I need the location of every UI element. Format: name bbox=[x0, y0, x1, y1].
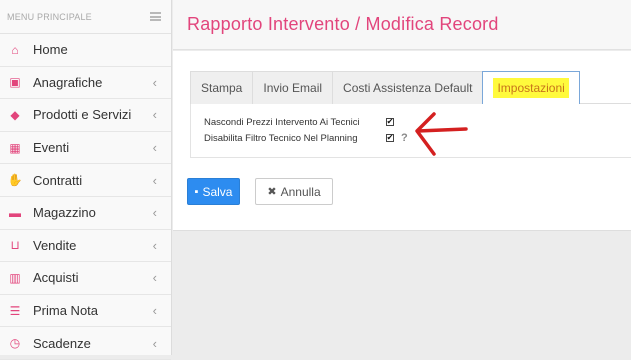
handshake-icon: ✋ bbox=[7, 173, 23, 188]
sidebar-title: MENU PRINCIPALE bbox=[7, 11, 92, 22]
chevron-left-icon: ‹ bbox=[152, 205, 157, 221]
sidebar-item-home[interactable]: ⌂ Home bbox=[0, 34, 171, 67]
sidebar-item-label: Prima Nota bbox=[33, 303, 99, 319]
cancel-button[interactable]: ✖ Annulla bbox=[255, 178, 333, 205]
sidebar-item-anagrafiche[interactable]: ▣ Anagrafiche ‹ bbox=[0, 67, 171, 100]
main-area: Rapporto Intervento / Modifica Record St… bbox=[173, 0, 631, 355]
sidebar-item-prima-nota[interactable]: ☰ Prima Nota ‹ bbox=[0, 295, 171, 328]
hamburger-menu-icon[interactable] bbox=[150, 12, 161, 21]
clock-icon: ◷ bbox=[9, 336, 21, 351]
calendar-check-icon: ▦ bbox=[9, 140, 21, 155]
close-icon: ✖ bbox=[267, 186, 277, 198]
chevron-left-icon: ‹ bbox=[152, 140, 157, 156]
save-button[interactable]: ▪ Salva bbox=[187, 178, 240, 205]
setting-label-disabilita-filtro: Disabilita Filtro Tecnico Nel Planning bbox=[204, 132, 358, 144]
setting-row-disabilita-filtro: Disabilita Filtro Tecnico Nel Planning ✔… bbox=[204, 131, 408, 145]
floppy-disk-icon: ▪ bbox=[194, 185, 199, 198]
list-icon: ☰ bbox=[9, 303, 21, 318]
sidebar: MENU PRINCIPALE ⌂ Home ▣ Anagrafiche ‹ ◆ Prodo… bbox=[0, 0, 172, 360]
setting-label-nascondi-prezzi: Nascondi Prezzi Intervento Ai Tecnici bbox=[204, 116, 360, 128]
home-icon: ⌂ bbox=[11, 42, 19, 57]
tab-invio-email[interactable]: Invio Email bbox=[252, 71, 334, 104]
content-area: Stampa Invio Email Costi Assistenza Defa… bbox=[173, 51, 631, 355]
tab-costi-assistenza-default[interactable]: Costi Assistenza Default bbox=[332, 71, 484, 104]
shopping-basket-icon: ⊔ bbox=[10, 238, 20, 253]
page-header: Rapporto Intervento / Modifica Record bbox=[173, 0, 631, 50]
sidebar-item-label: Acquisti bbox=[33, 270, 79, 286]
sidebar-header: MENU PRINCIPALE bbox=[0, 0, 171, 34]
tab-impostazioni[interactable]: Impostazioni bbox=[482, 71, 580, 104]
sidebar-item-label: Magazzino bbox=[33, 205, 96, 221]
sidebar-item-label: Vendite bbox=[33, 237, 77, 253]
tab-bar: Stampa Invio Email Costi Assistenza Defa… bbox=[190, 71, 631, 104]
red-arrow-annotation bbox=[415, 112, 468, 156]
tab-impostazioni-label: Impostazioni bbox=[493, 78, 569, 98]
tab-stampa[interactable]: Stampa bbox=[190, 71, 254, 104]
sidebar-item-label: Home bbox=[33, 42, 68, 58]
save-button-label: Salva bbox=[202, 184, 233, 199]
sidebar-item-vendite[interactable]: ⊔ Vendite ‹ bbox=[0, 230, 171, 263]
sidebar-item-acquisti[interactable]: ▥ Acquisti ‹ bbox=[0, 262, 171, 295]
sidebar-item-magazzino[interactable]: ▬ Magazzino ‹ bbox=[0, 197, 171, 230]
tags-icon: ◆ bbox=[10, 107, 20, 122]
sidebar-item-label: Prodotti e Servizi bbox=[33, 107, 132, 123]
chevron-left-icon: ‹ bbox=[152, 74, 157, 90]
page-title: Rapporto Intervento / Modifica Record bbox=[187, 14, 499, 34]
sidebar-item-label: Scadenze bbox=[33, 335, 91, 351]
sidebar-item-prodotti-e-servizi[interactable]: ◆ Prodotti e Servizi ‹ bbox=[0, 99, 171, 132]
tab-content-impostazioni: Nascondi Prezzi Intervento Ai Tecnici ✔ … bbox=[190, 104, 631, 158]
nascondi-prezzi-checkbox[interactable]: ✔ bbox=[386, 118, 394, 126]
sidebar-item-label: Anagrafiche bbox=[33, 74, 103, 90]
sidebar-item-eventi[interactable]: ▦ Eventi ‹ bbox=[0, 132, 171, 165]
setting-row-nascondi-prezzi: Nascondi Prezzi Intervento Ai Tecnici ✔ bbox=[204, 115, 394, 129]
disabilita-filtro-checkbox[interactable]: ✔ bbox=[386, 134, 394, 142]
chevron-left-icon: ‹ bbox=[152, 335, 157, 351]
cancel-button-label: Annulla bbox=[280, 184, 321, 199]
help-icon[interactable]: ? bbox=[401, 132, 408, 144]
chevron-left-icon: ‹ bbox=[152, 303, 157, 319]
sidebar-item-label: Contratti bbox=[33, 172, 83, 188]
sidebar-item-scadenze[interactable]: ◷ Scadenze ‹ bbox=[0, 327, 171, 360]
chevron-left-icon: ‹ bbox=[152, 237, 157, 253]
chevron-left-icon: ‹ bbox=[152, 107, 157, 123]
chevron-left-icon: ‹ bbox=[152, 172, 157, 188]
truck-icon: ▬ bbox=[9, 205, 21, 220]
barcode-icon: ▥ bbox=[9, 270, 21, 285]
sidebar-item-contratti[interactable]: ✋ Contratti ‹ bbox=[0, 164, 171, 197]
form-panel: Stampa Invio Email Costi Assistenza Defa… bbox=[173, 51, 631, 231]
chevron-left-icon: ‹ bbox=[152, 270, 157, 286]
sidebar-item-label: Eventi bbox=[33, 140, 70, 156]
contact-card-icon: ▣ bbox=[9, 75, 21, 90]
